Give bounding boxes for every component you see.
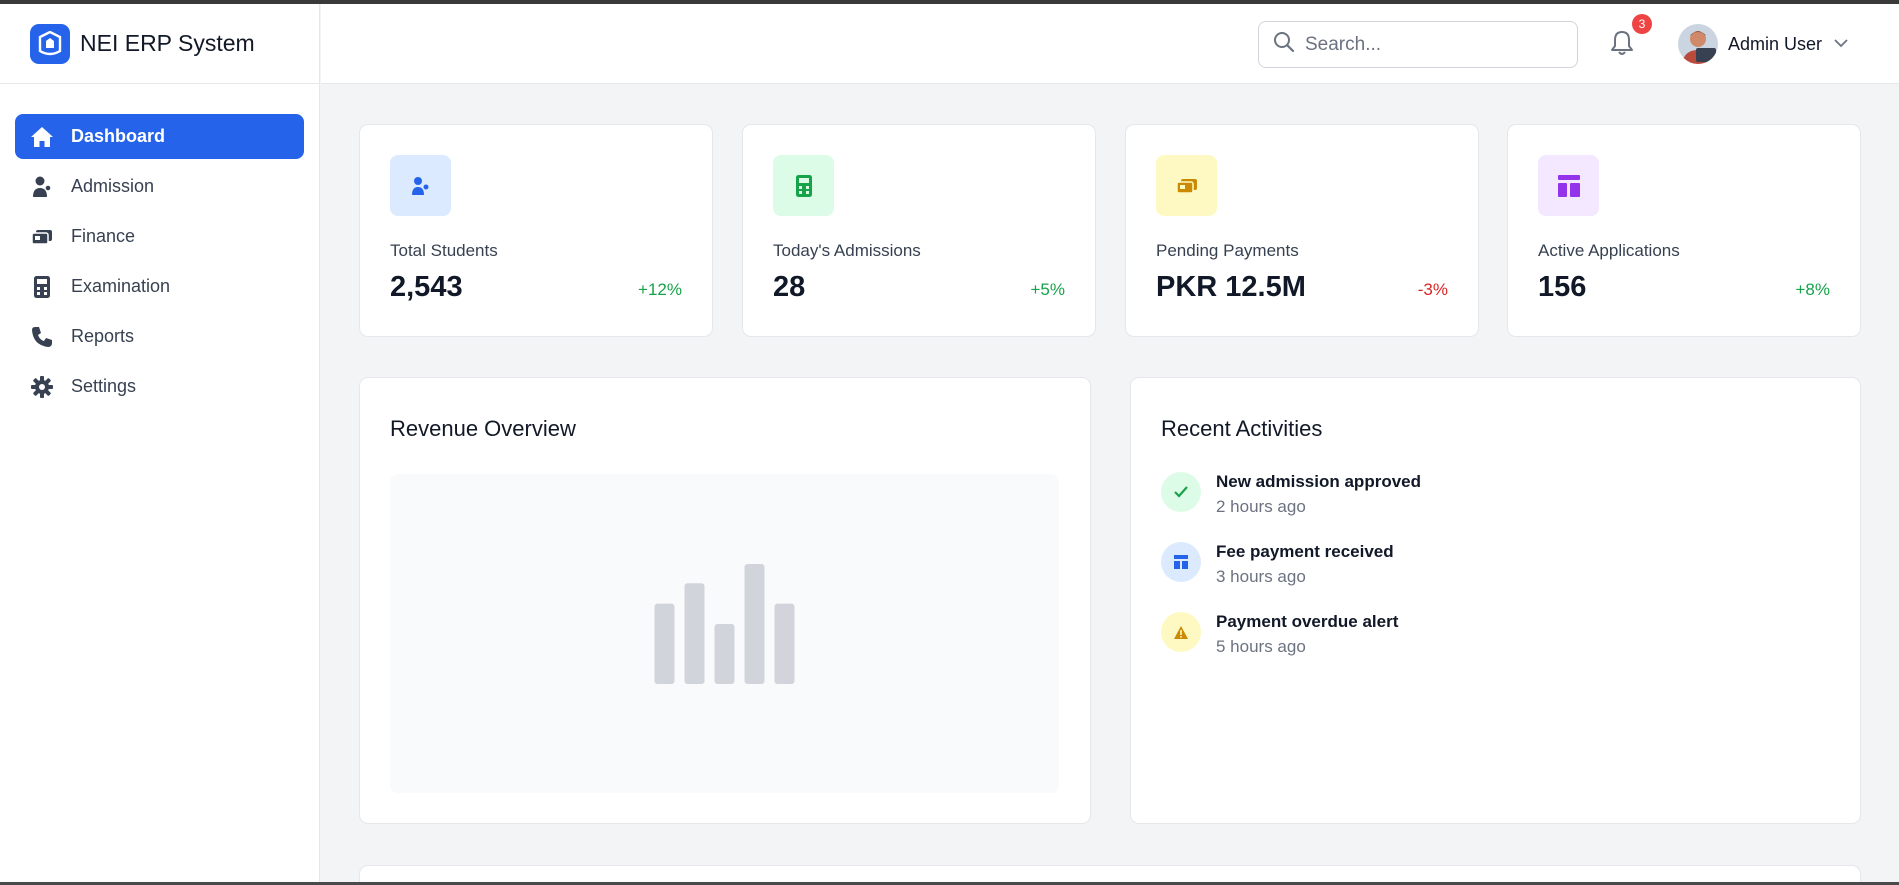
top-header: 3 Admin User: [321, 4, 1899, 84]
sidebar-item-dashboard[interactable]: Dashboard: [15, 114, 304, 159]
sidebar-item-label: Examination: [71, 276, 171, 296]
sidebar: NEI ERP System Dashboard Admission Finan…: [0, 4, 320, 885]
stat-card-total-students: Total Students 2,543 +12%: [359, 124, 713, 337]
panel-title: Recent Activities: [1161, 416, 1323, 441]
calculator-icon: [30, 275, 54, 299]
stat-label: Today's Admissions: [773, 241, 921, 260]
chart-bar: [744, 564, 765, 684]
activity-time: 5 hours ago: [1216, 637, 1306, 656]
user-menu[interactable]: Admin User: [1678, 24, 1848, 64]
stat-change: +5%: [1030, 280, 1066, 299]
search-icon: [1273, 31, 1295, 58]
revenue-chart: [390, 474, 1059, 793]
users-icon: [390, 155, 451, 216]
layout-icon: [1538, 155, 1599, 216]
warning-icon: [1161, 612, 1201, 652]
activity-item: Fee payment received 3 hours ago: [1161, 542, 1394, 587]
check-icon: [1161, 472, 1201, 512]
gear-icon: [30, 375, 54, 399]
chart-bar: [714, 624, 735, 684]
stat-label: Pending Payments: [1156, 241, 1299, 260]
stat-change: +12%: [638, 280, 682, 299]
search-box[interactable]: [1258, 21, 1578, 68]
stat-label: Active Applications: [1538, 241, 1680, 260]
activity-time: 2 hours ago: [1216, 497, 1306, 516]
search-input[interactable]: [1305, 33, 1555, 56]
stat-card-active-applications: Active Applications 156 +8%: [1507, 124, 1861, 337]
notification-badge: 3: [1632, 14, 1652, 34]
stat-label: Total Students: [390, 241, 498, 260]
bell-icon[interactable]: [1607, 28, 1637, 58]
revenue-chart-svg: [654, 564, 795, 684]
activity-title: Fee payment received: [1216, 542, 1394, 561]
money-bill-icon: [30, 225, 54, 249]
sidebar-nav: Dashboard Admission Finance Examination …: [0, 84, 319, 409]
chart-bar: [684, 583, 705, 684]
chevron-down-icon: [1834, 35, 1848, 53]
activity-title: Payment overdue alert: [1216, 612, 1399, 631]
activity-item: New admission approved 2 hours ago: [1161, 472, 1421, 517]
home-icon: [30, 125, 54, 149]
sidebar-item-finance[interactable]: Finance: [15, 214, 304, 259]
sidebar-item-label: Admission: [71, 176, 155, 196]
sidebar-item-settings[interactable]: Settings: [15, 364, 304, 409]
revenue-overview-panel: Revenue Overview: [359, 377, 1091, 824]
brand: NEI ERP System: [0, 4, 319, 84]
layout-icon: [1161, 542, 1201, 582]
user-name: Admin User: [1728, 33, 1823, 54]
avatar: [1678, 24, 1718, 64]
sidebar-item-label: Settings: [71, 376, 137, 396]
activity-text: New admission approved 2 hours ago: [1216, 472, 1421, 517]
app-title: NEI ERP System: [80, 30, 255, 56]
money-bill-icon: [1156, 155, 1217, 216]
window-top-border: [0, 0, 1899, 4]
stat-change: +8%: [1795, 280, 1831, 299]
sidebar-item-reports[interactable]: Reports: [15, 314, 304, 359]
stat-value: 156: [1538, 271, 1587, 303]
stat-change: -3%: [1417, 280, 1448, 299]
stat-card-todays-admissions: Today's Admissions 28 +5%: [742, 124, 1096, 337]
chart-bar: [654, 603, 675, 684]
user-tie-icon: [30, 175, 54, 199]
sidebar-item-label: Reports: [71, 326, 135, 346]
stat-value: 28: [773, 271, 806, 303]
activity-item: Payment overdue alert 5 hours ago: [1161, 612, 1398, 657]
stat-value: PKR 12.5M: [1156, 271, 1306, 303]
activity-title: New admission approved: [1216, 472, 1421, 491]
stat-value: 2,543: [390, 271, 463, 303]
activity-text: Payment overdue alert 5 hours ago: [1216, 612, 1398, 657]
stat-card-pending-payments: Pending Payments PKR 12.5M -3%: [1125, 124, 1479, 337]
recent-activities-panel: Recent Activities New admission approved…: [1130, 377, 1861, 824]
activity-text: Fee payment received 3 hours ago: [1216, 542, 1394, 587]
sidebar-item-label: Finance: [71, 226, 136, 246]
chart-bar: [774, 603, 795, 684]
sidebar-item-examination[interactable]: Examination: [15, 264, 304, 309]
phone-icon: [30, 325, 54, 349]
activity-time: 3 hours ago: [1216, 567, 1306, 586]
logo-icon: [30, 23, 70, 64]
calculator-icon: [773, 155, 834, 216]
sidebar-item-admission[interactable]: Admission: [15, 164, 304, 209]
panel-title: Revenue Overview: [390, 416, 576, 441]
sidebar-item-label: Dashboard: [71, 126, 166, 146]
